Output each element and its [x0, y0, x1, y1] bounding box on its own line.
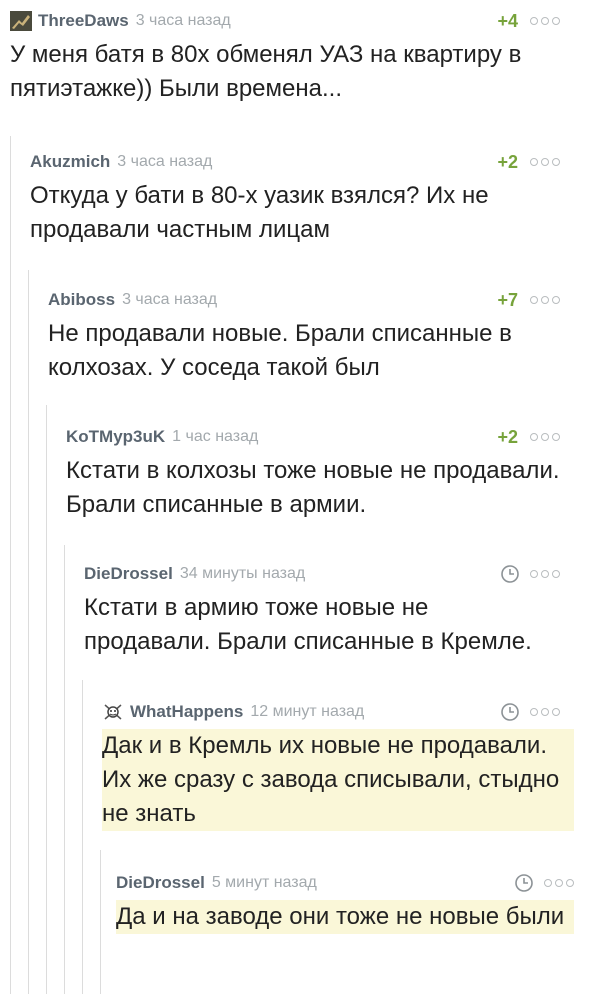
comment: Akuzmich 3 часа назад +2 Откуда у бати в… — [30, 149, 560, 247]
thread-line[interactable] — [82, 680, 83, 994]
comment: ThreeDaws 3 часа назад +4 У меня батя в … — [10, 8, 560, 106]
comment-header: Abiboss 3 часа назад +7 — [48, 287, 560, 313]
comment-time[interactable]: 3 часа назад — [136, 12, 231, 30]
comment-header: DieDrossel 34 минуты назад — [84, 561, 560, 587]
comment-actions — [500, 699, 560, 725]
thread-line[interactable] — [100, 850, 101, 994]
thread-line[interactable] — [64, 545, 65, 994]
comment: DieDrossel 34 минуты назад Кстати в арми… — [84, 561, 560, 659]
comment: WhatHappens 12 минут назад Дак и в Кремл… — [102, 699, 574, 831]
more-options-icon[interactable] — [530, 296, 560, 304]
comment-time[interactable]: 3 часа назад — [122, 291, 217, 309]
comment-time[interactable]: 1 час назад — [172, 428, 258, 446]
comment: KoTMyp3uK 1 час назад +2 Кстати в колхоз… — [66, 424, 560, 522]
more-options-icon[interactable] — [530, 433, 560, 441]
comment-text: Да и на заводе они тоже не новые были — [116, 900, 574, 934]
thread-line[interactable] — [10, 136, 11, 994]
comment-time[interactable]: 34 минуты назад — [180, 565, 305, 583]
avatar[interactable] — [102, 702, 124, 722]
comment-actions: +7 — [497, 287, 560, 313]
comment-header: Akuzmich 3 часа назад +2 — [30, 149, 560, 175]
comment-author[interactable]: Akuzmich — [30, 152, 110, 172]
comment-text: Дак и в Кремль их новые не продавали. Их… — [102, 729, 574, 831]
more-options-icon[interactable] — [530, 17, 560, 25]
comment-text: Кстати в армию тоже новые не продавали. … — [84, 594, 532, 655]
comment-text: Не продавали новые. Брали списанные в ко… — [48, 320, 512, 381]
comment-header: WhatHappens 12 минут назад — [102, 699, 574, 725]
comment-actions: +4 — [497, 8, 560, 34]
comment-thread: ThreeDaws 3 часа назад +4 У меня батя в … — [0, 0, 600, 994]
comment-text: Кстати в колхозы тоже новые не продавали… — [66, 457, 560, 518]
comment-author[interactable]: DieDrossel — [116, 873, 205, 893]
thread-line[interactable] — [28, 270, 29, 994]
clock-icon[interactable] — [514, 873, 534, 893]
comment-header: KoTMyp3uK 1 час назад +2 — [66, 424, 560, 450]
thread-line[interactable] — [46, 405, 47, 994]
comment-actions: +2 — [497, 424, 560, 450]
more-options-icon[interactable] — [544, 879, 574, 887]
comment-author[interactable]: Abiboss — [48, 290, 115, 310]
comment-actions — [500, 561, 560, 587]
comment-author[interactable]: DieDrossel — [84, 564, 173, 584]
more-options-icon[interactable] — [530, 708, 560, 716]
comment-author[interactable]: ThreeDaws — [38, 11, 129, 31]
comment-header: ThreeDaws 3 часа назад +4 — [10, 8, 560, 34]
comment-time[interactable]: 12 минут назад — [250, 703, 364, 721]
clock-icon[interactable] — [500, 702, 520, 722]
comment-header: DieDrossel 5 минут назад — [116, 870, 574, 896]
comment-actions: +2 — [497, 149, 560, 175]
comment-rating: +4 — [497, 10, 518, 31]
more-options-icon[interactable] — [530, 570, 560, 578]
comment-rating: +2 — [497, 151, 518, 172]
comment-author[interactable]: WhatHappens — [130, 702, 243, 722]
comment-actions — [514, 870, 574, 896]
comment: Abiboss 3 часа назад +7 Не продавали нов… — [48, 287, 560, 385]
comment-time[interactable]: 5 минут назад — [212, 874, 317, 892]
comment-text: Откуда у бати в 80-х уазик взялся? Их не… — [30, 182, 489, 243]
more-options-icon[interactable] — [530, 158, 560, 166]
comment-time[interactable]: 3 часа назад — [117, 153, 212, 171]
comment-author[interactable]: KoTMyp3uK — [66, 427, 165, 447]
comment: DieDrossel 5 минут назад Да и на заводе … — [116, 870, 574, 934]
comment-rating: +7 — [497, 289, 518, 310]
avatar[interactable] — [10, 11, 32, 31]
clock-icon[interactable] — [500, 564, 520, 584]
comment-rating: +2 — [497, 426, 518, 447]
comment-text: У меня батя в 80х обменял УАЗ на квартир… — [10, 41, 522, 102]
